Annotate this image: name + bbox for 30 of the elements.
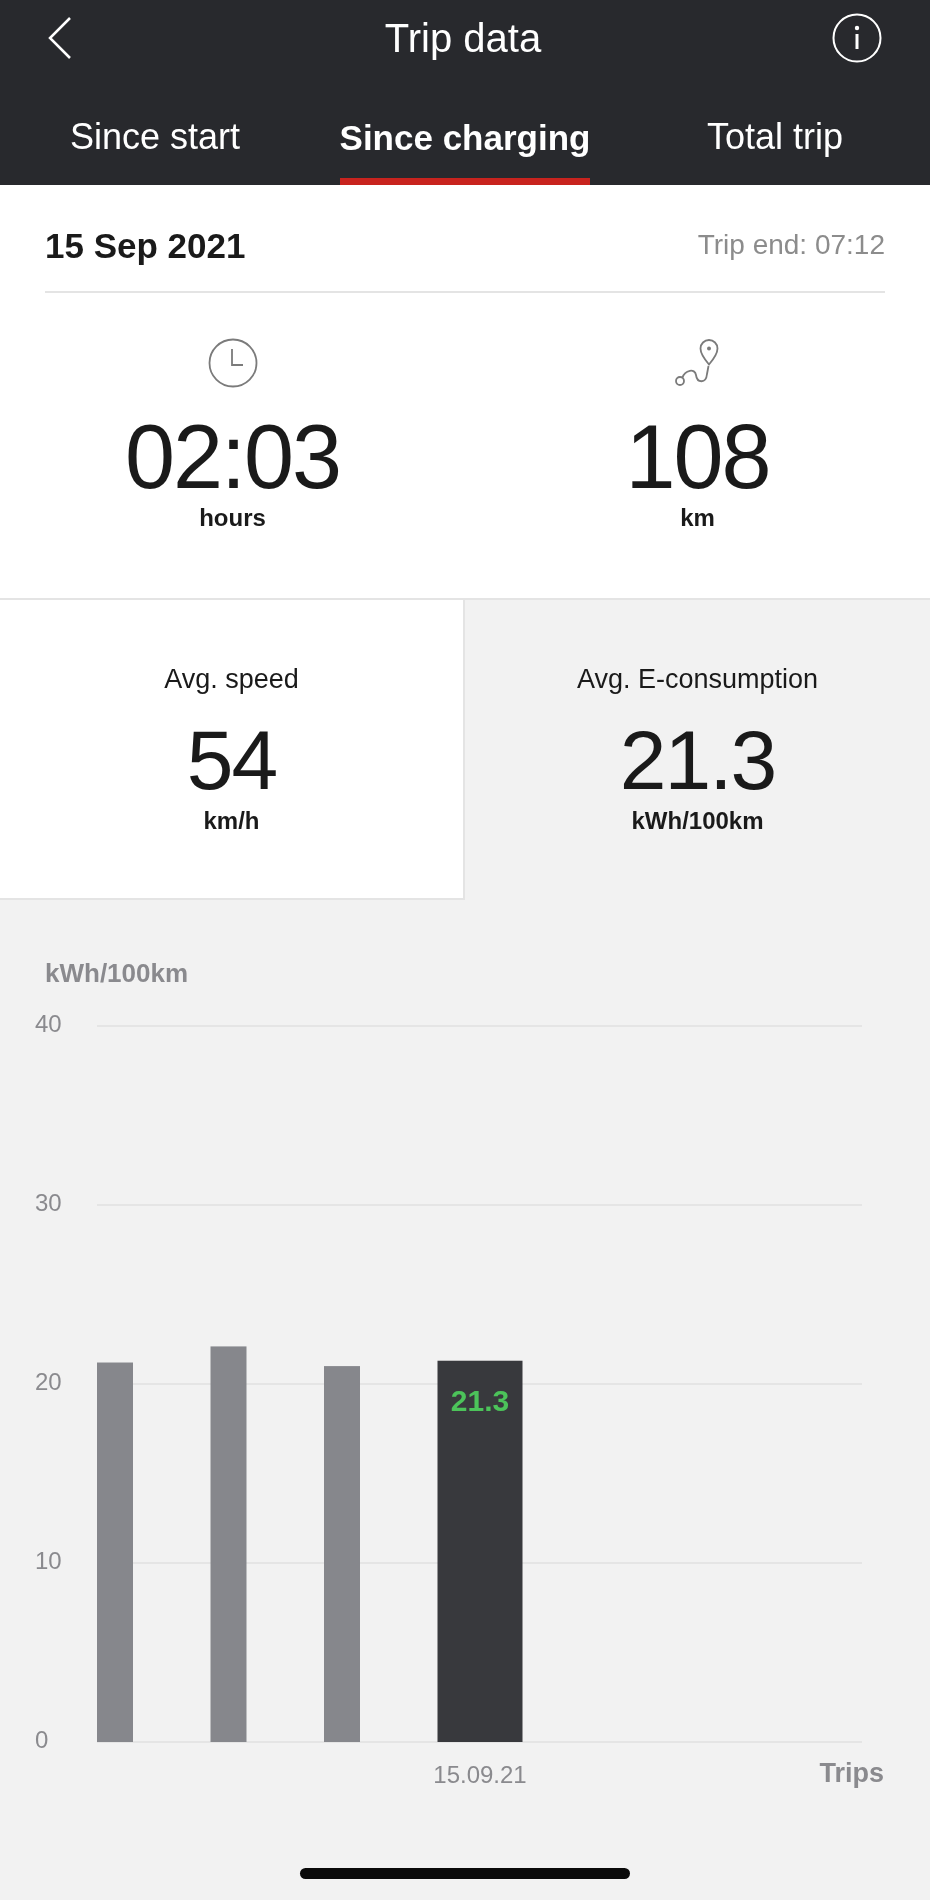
clock-icon: [207, 338, 258, 388]
stat-unit: km: [680, 506, 715, 530]
y-tick-label: 20: [35, 1368, 62, 1396]
average-label: Avg. E-consumption: [576, 666, 819, 693]
trip-end-time: Trip end: 07:12: [697, 231, 885, 259]
info-icon: [832, 12, 882, 63]
tab[interactable]: Since start: [69, 119, 241, 185]
y-tick-label: 0: [35, 1726, 49, 1754]
bar-value-label: 21.3: [450, 1383, 510, 1417]
stat-unit: hours: [199, 506, 266, 530]
y-tick-label: 10: [35, 1547, 62, 1575]
average-label: Avg. speed: [164, 666, 299, 693]
info-button[interactable]: [832, 12, 882, 63]
screen-title: Trip data: [384, 17, 542, 58]
average-unit: km/h: [203, 809, 260, 833]
average-unit: kWh/100km: [631, 809, 764, 833]
trip-date: 15 Sep 2021: [45, 227, 246, 263]
x-category-label: 15.09.21: [433, 1761, 527, 1789]
average-value: 54: [186, 718, 277, 802]
chevron-left-icon: [48, 15, 72, 60]
average-value: 21.3: [619, 718, 776, 802]
chart-bar[interactable]: [437, 1360, 523, 1742]
stat-value: 02:03: [124, 412, 341, 502]
y-tick-label: 30: [35, 1189, 62, 1217]
y-axis-label: kWh/100km: [45, 960, 189, 986]
tab[interactable]: Total trip: [706, 119, 844, 185]
stat-value: 108: [625, 412, 770, 502]
y-tick-label: 40: [35, 1010, 62, 1038]
average-card[interactable]: Avg. speed 54 km/h: [0, 600, 465, 900]
x-axis-label: Trips: [819, 1758, 884, 1789]
